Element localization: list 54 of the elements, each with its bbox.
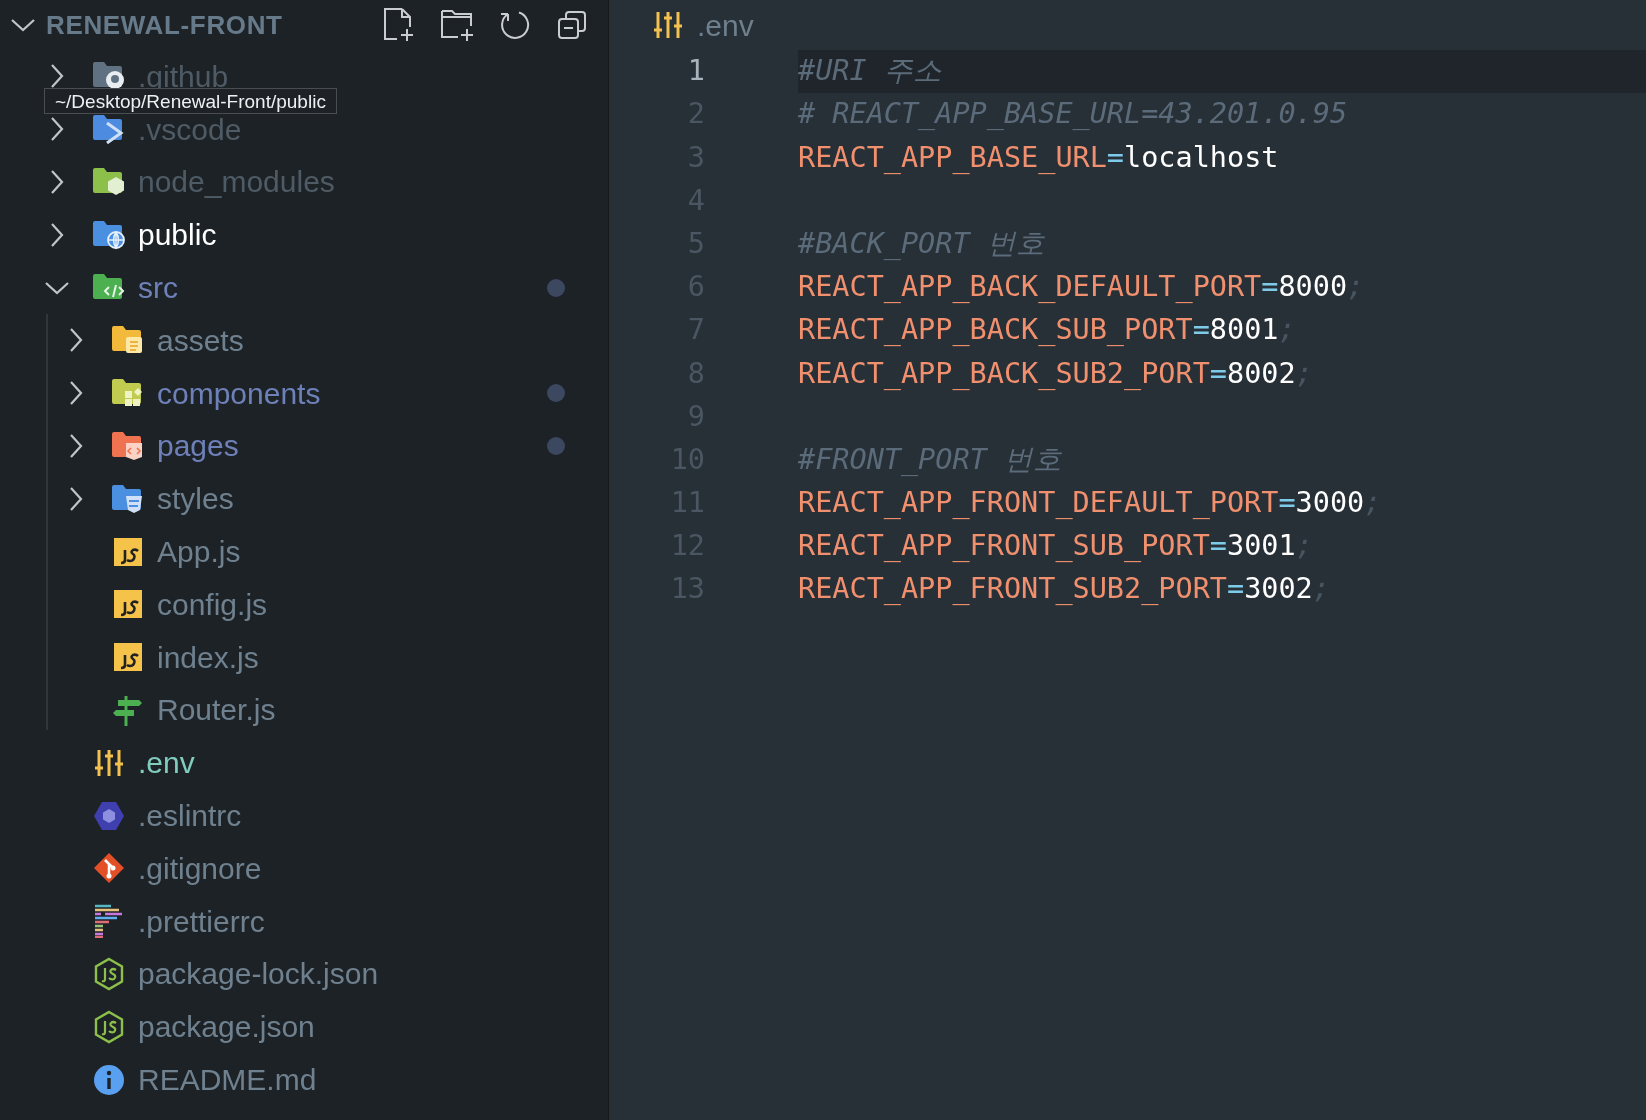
git-icon [93, 852, 125, 885]
file-name[interactable]: config.js [157, 581, 268, 627]
file-name[interactable]: Router.js [157, 687, 276, 733]
folder-name[interactable]: public [138, 212, 217, 258]
js-file-icon [113, 589, 143, 620]
code-page-folder-icon [111, 430, 145, 461]
editor-tab[interactable]: .env [697, 2, 754, 48]
js-file-icon [113, 642, 143, 673]
file-name[interactable]: .prettierrc [138, 898, 265, 944]
folder-name[interactable]: assets [157, 317, 244, 363]
line-number: 1 [686, 53, 705, 90]
js-file-icon [113, 536, 143, 567]
folder-name[interactable]: styles [157, 476, 234, 522]
file-name[interactable]: .eslintrc [138, 793, 242, 839]
file-name[interactable]: package-lock.json [138, 951, 379, 997]
explorer-title: RENEWAL-FRONT [46, 8, 283, 42]
code-line: REACT_APP_FRONT_SUB_PORT=3001; [798, 528, 1313, 565]
striped-p-icon [94, 904, 124, 939]
file-name[interactable]: App.js [157, 529, 241, 575]
new-folder-icon[interactable] [440, 7, 476, 43]
folder-name[interactable]: node_modules [138, 159, 335, 205]
globe-folder-icon [92, 219, 126, 250]
file-name[interactable]: package.json [138, 1004, 315, 1050]
code-line: REACT_APP_FRONT_SUB2_PORT=3002; [798, 571, 1330, 608]
code-line: #BACK_PORT 번호 [798, 225, 1045, 262]
code-line: #FRONT_PORT 번호 [798, 441, 1062, 478]
collapse-all-icon[interactable] [556, 9, 588, 41]
tooltip: ~/Desktop/Renewal-Front/public [44, 88, 337, 114]
sliders-icon [94, 747, 124, 778]
file-name[interactable]: .env [138, 740, 195, 786]
new-file-icon[interactable] [382, 7, 416, 43]
code-line: #URI 주소 [798, 53, 942, 90]
blocks-folder-icon [111, 378, 145, 409]
folder-name[interactable]: src [138, 265, 178, 311]
sliders-icon [653, 10, 683, 40]
hexagon-file-icon [93, 956, 125, 991]
document-folder-icon [111, 325, 145, 356]
code-line: REACT_APP_BACK_SUB_PORT=8001; [798, 312, 1296, 349]
code-line: # REACT_APP_BASE_URL=43.201.0.95 [798, 96, 1348, 133]
info-icon [93, 1063, 125, 1096]
code-line: REACT_APP_BASE_URL=localhost [798, 139, 1279, 176]
file-name[interactable]: index.js [157, 634, 259, 680]
node-folder-icon [92, 167, 126, 197]
code-line: REACT_APP_BACK_SUB2_PORT=8002; [798, 355, 1313, 392]
hexagon-file-icon [93, 1009, 125, 1044]
refresh-icon[interactable] [500, 9, 532, 41]
file-name[interactable]: README.md [138, 1057, 317, 1103]
code-line: REACT_APP_FRONT_DEFAULT_PORT=3000; [798, 485, 1382, 522]
file-name[interactable]: .gitignore [138, 845, 262, 891]
signpost-icon [113, 693, 143, 726]
folder-name[interactable]: components [157, 370, 321, 416]
code-line: REACT_APP_BACK_DEFAULT_PORT=8000; [798, 269, 1365, 306]
folder-name[interactable]: pages [157, 423, 239, 469]
hexagon-icon [93, 800, 125, 831]
